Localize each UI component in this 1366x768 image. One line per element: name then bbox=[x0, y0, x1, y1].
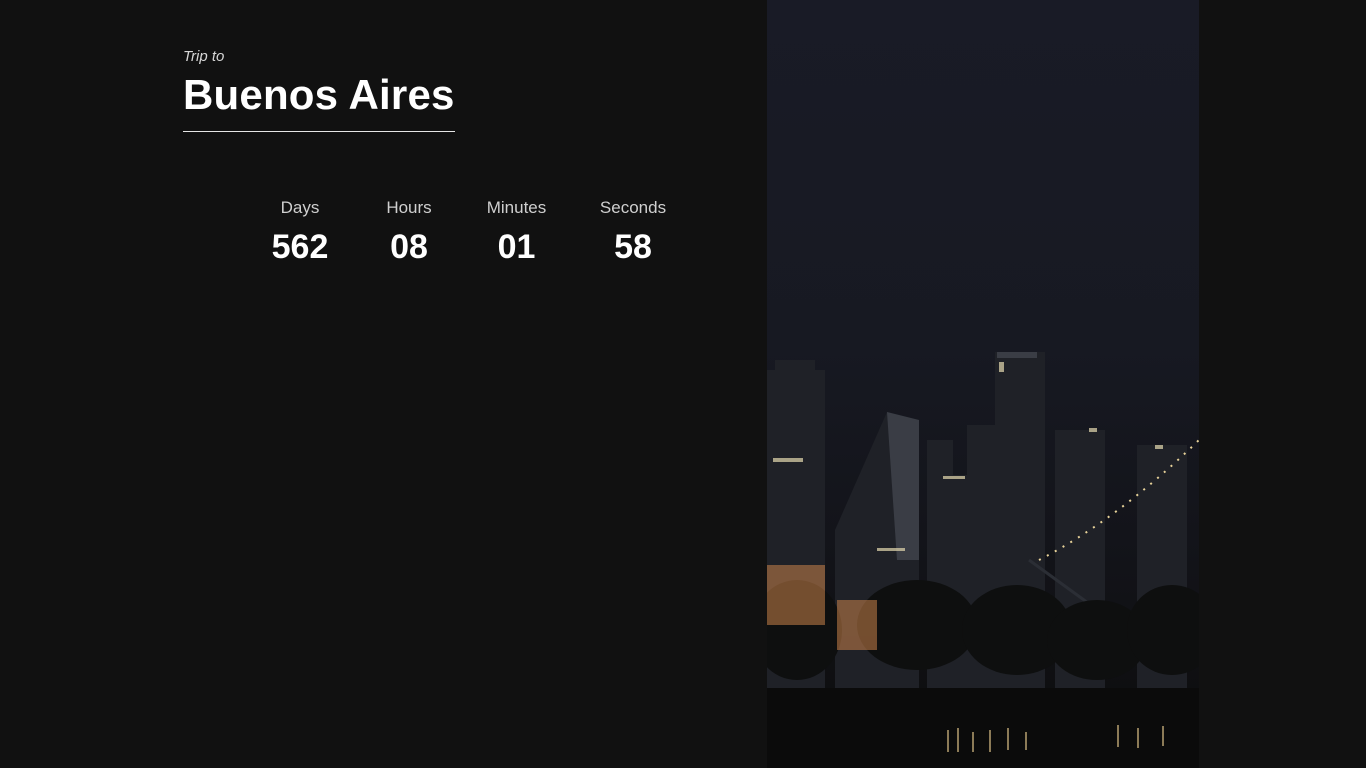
skyline-illustration bbox=[767, 352, 1199, 768]
hours-value: 08 bbox=[390, 228, 428, 266]
city-skyline-photo bbox=[767, 0, 1199, 768]
countdown-page: Trip to Buenos Aires Days 562 Hours 08 M… bbox=[0, 0, 1366, 768]
minutes-label: Minutes bbox=[486, 198, 547, 217]
destination-title: Buenos Aires bbox=[183, 71, 455, 132]
hours-label: Hours bbox=[386, 198, 432, 217]
countdown-minutes: Minutes 01 bbox=[463, 198, 570, 267]
seconds-value: 58 bbox=[614, 228, 652, 266]
minutes-value: 01 bbox=[497, 228, 536, 266]
days-label: Days bbox=[280, 198, 320, 217]
seconds-label: Seconds bbox=[599, 198, 667, 217]
days-value: 562 bbox=[271, 228, 329, 266]
page-header: Trip to Buenos Aires bbox=[183, 48, 455, 132]
countdown-hours: Hours 08 bbox=[355, 198, 463, 267]
trip-subtitle: Trip to bbox=[183, 48, 225, 65]
countdown-timer: Days 562 Hours 08 Minutes 01 Seconds 58 bbox=[245, 198, 696, 267]
right-margin bbox=[1199, 0, 1366, 768]
countdown-days: Days 562 bbox=[245, 198, 355, 267]
countdown-seconds: Seconds 58 bbox=[570, 198, 696, 267]
